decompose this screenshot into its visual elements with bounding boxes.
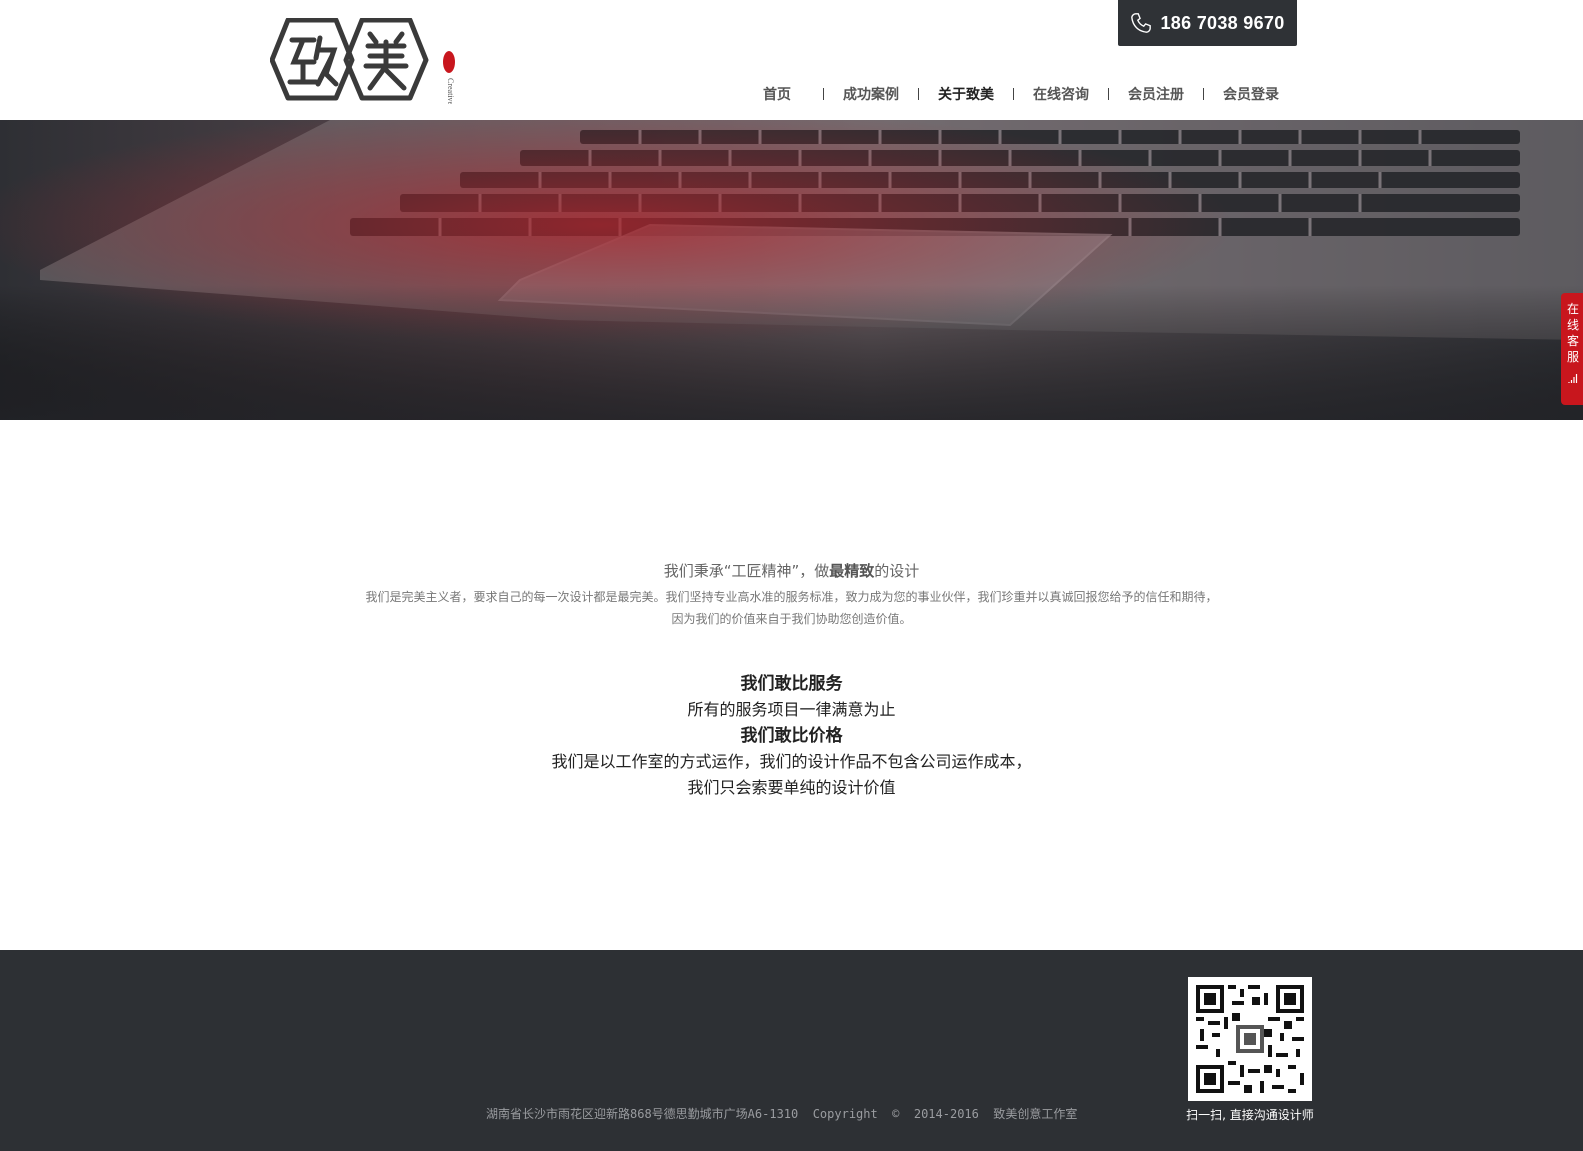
laptop-keyboard-image [0,120,1583,420]
logo-mark: Creative [269,17,455,106]
about-intro: 我们秉承“工匠精神”，做最精致的设计 我们是完美主义者，要求自己的每一次设计都是… [0,560,1583,630]
nav-cases[interactable]: 成功案例 [824,84,918,104]
qr-caption: 扫一扫, 直接沟通设计师 [1186,1108,1314,1122]
intro-title-pre: 我们秉承“工匠精神”，做 [663,562,830,580]
main-nav: 首页 成功案例 关于致美 在线咨询 会员注册 会员登录 [744,84,1298,104]
online-service-label: 在线客服 [1567,302,1580,364]
nav-consult[interactable]: 在线咨询 [1014,84,1108,104]
site-header: Creative 186 7038 9670 首页 成功案例 关于致美 在线咨询… [0,0,1583,120]
intro-line: 我们是完美主义者，要求自己的每一次设计都是最完美。我们坚持专业高水准的服务标准，… [365,590,1218,604]
nav-about[interactable]: 关于致美 [919,84,1013,104]
site-logo[interactable]: Creative [269,17,470,106]
promise-text: 我们是以工作室的方式运作，我们的设计作品不包含公司运作成本， [551,752,1032,771]
svg-text:Creative: Creative [446,78,455,104]
nav-register[interactable]: 会员注册 [1109,84,1203,104]
promise-text: 所有的服务项目一律满意为止 [687,700,896,719]
promise-heading-price: 我们敢比价格 [740,726,843,746]
promise-section: 我们敢比服务 所有的服务项目一律满意为止 我们敢比价格 我们是以工作室的方式运作… [0,671,1583,801]
phone-number: 186 7038 9670 [1160,12,1285,33]
intro-body: 我们是完美主义者，要求自己的每一次设计都是最完美。我们坚持专业高水准的服务标准，… [0,586,1583,630]
wechat-qr-code [1188,977,1312,1101]
online-service-tab[interactable]: 在线客服 [1561,293,1583,405]
intro-line: 因为我们的价值来自于我们协助您创造价值。 [671,612,912,626]
intro-title-post: 的设计 [874,562,920,580]
signal-icon [1568,374,1578,383]
nav-home[interactable]: 首页 [744,84,823,104]
promise-heading-service: 我们敢比服务 [740,674,843,694]
qr-code-image [1188,977,1312,1101]
phone-box[interactable]: 186 7038 9670 [1118,0,1297,46]
site-footer: 扫一扫, 直接沟通设计师 湖南省长沙市雨花区迎新路868号德思勤城市广场A6-1… [0,950,1583,1151]
promise-text: 我们只会索要单纯的设计价值 [687,778,896,797]
hero-banner [0,120,1583,420]
nav-login[interactable]: 会员登录 [1204,84,1298,104]
phone-icon [1131,13,1152,33]
footer-copyright: 湖南省长沙市雨花区迎新路868号德思勤城市广场A6-1310 Copyright… [486,1107,1078,1121]
intro-title: 我们秉承“工匠精神”，做最精致的设计 [0,560,1583,581]
intro-title-emphasis: 最精致 [829,562,875,580]
